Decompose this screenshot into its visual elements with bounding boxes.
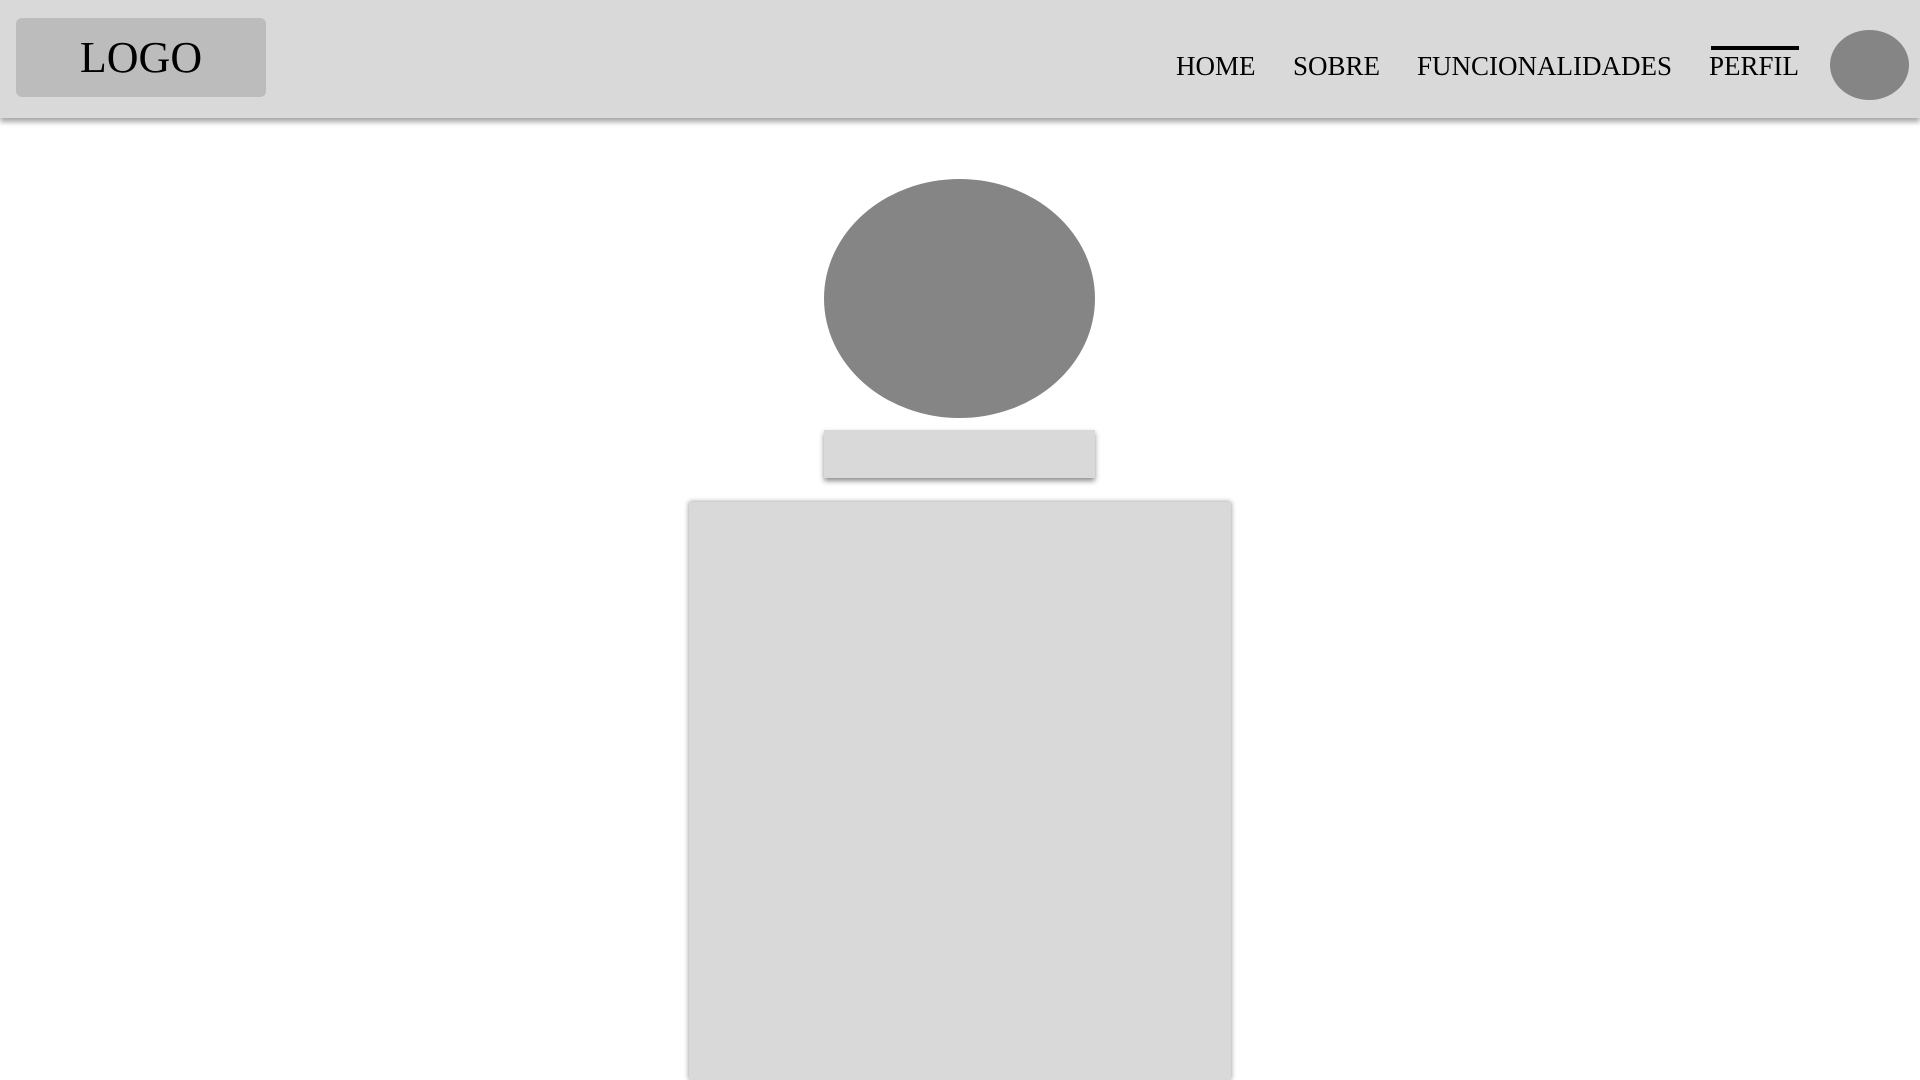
nav-item-sobre[interactable]: SOBRE [1293, 46, 1380, 86]
profile-name-box [824, 430, 1095, 478]
profile-photo-placeholder [824, 179, 1095, 418]
nav-item-home[interactable]: HOME [1176, 46, 1256, 86]
nav-links: HOME SOBRE FUNCIONALIDADES PERFIL [0, 46, 1920, 86]
nav-item-funcionalidades[interactable]: FUNCIONALIDADES [1417, 46, 1672, 86]
profile-content-panel [689, 502, 1231, 1080]
nav-item-perfil[interactable]: PERFIL [1709, 46, 1800, 86]
top-navbar: LOGO HOME SOBRE FUNCIONALIDADES PERFIL [0, 0, 1920, 118]
user-avatar[interactable] [1830, 30, 1909, 100]
